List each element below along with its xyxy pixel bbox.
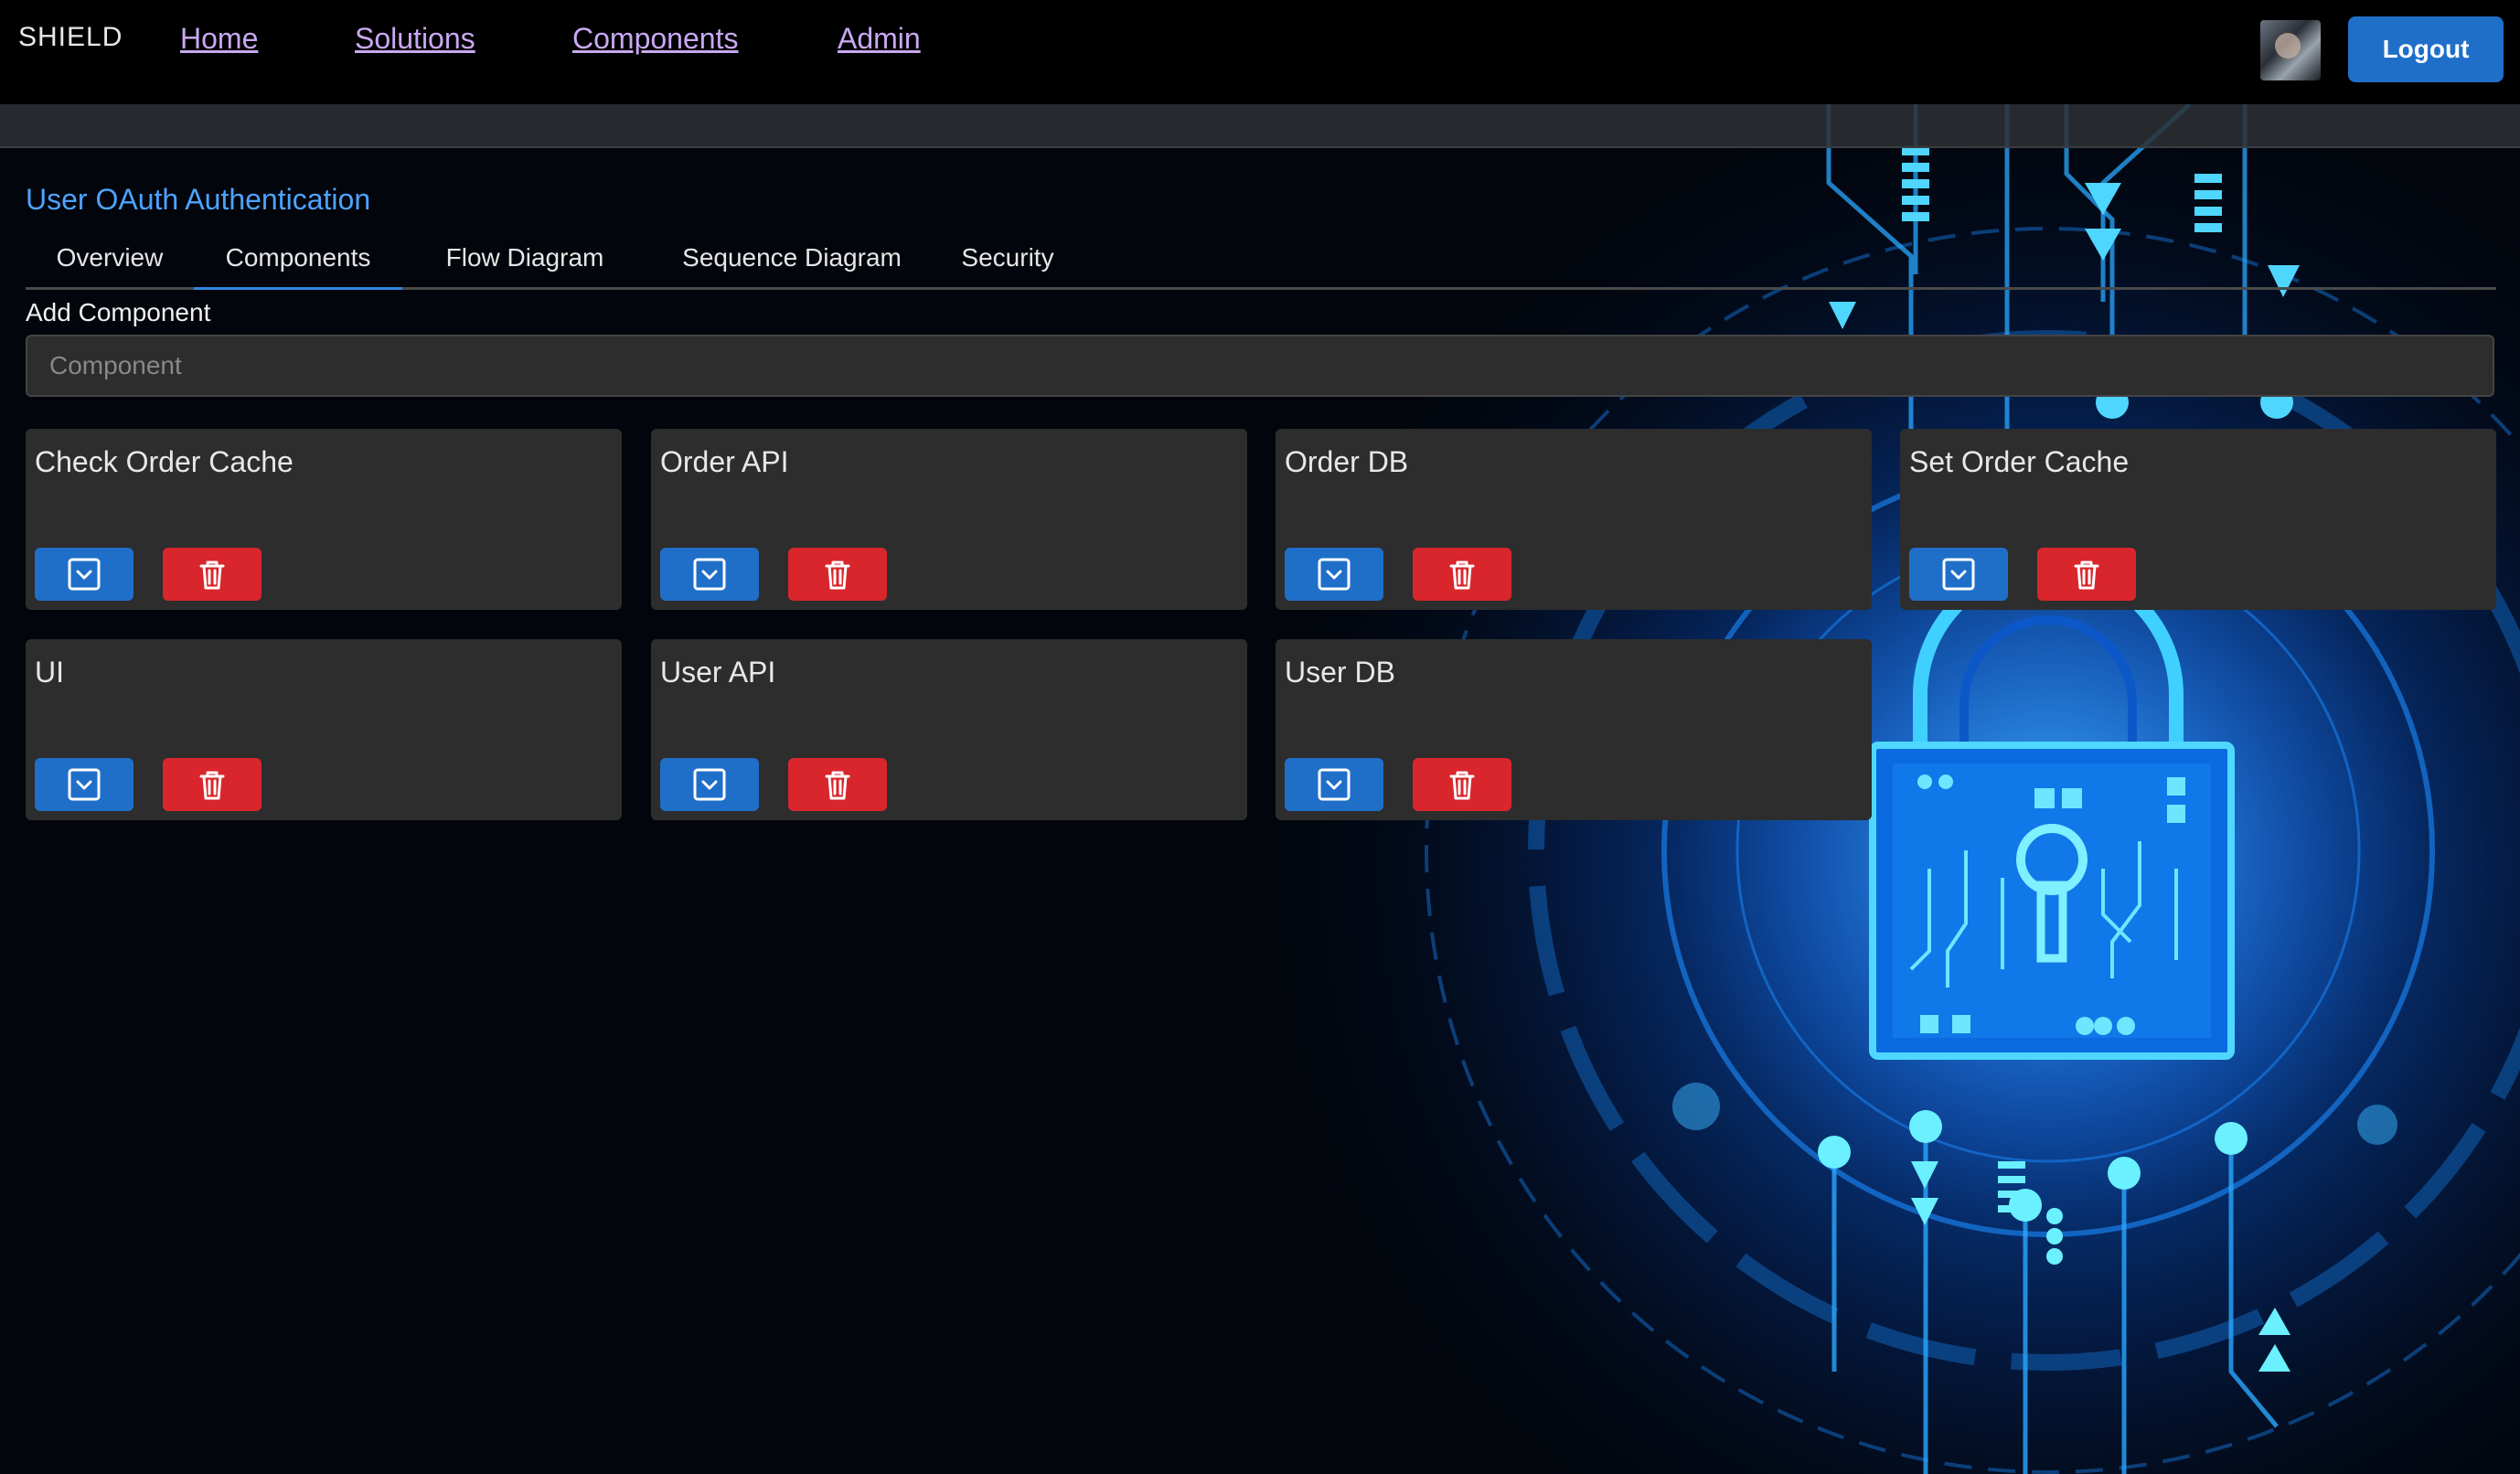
chevron-down-square-icon [1316, 766, 1352, 803]
component-name: Set Order Cache [1909, 445, 2130, 478]
component-card: User DB [1276, 639, 1872, 820]
component-name: Order API [660, 445, 789, 478]
component-card: Check Order Cache [26, 429, 622, 610]
expand-button[interactable] [35, 548, 133, 601]
component-name: User API [660, 656, 776, 689]
delete-button[interactable] [2037, 548, 2136, 601]
trash-icon [2068, 556, 2105, 593]
tab-components[interactable]: Components [194, 229, 402, 290]
delete-button[interactable] [788, 758, 887, 811]
trash-icon [1444, 556, 1480, 593]
sub-toolbar [0, 104, 2520, 148]
page-title: User OAuth Authentication [26, 183, 371, 216]
expand-button[interactable] [1285, 758, 1383, 811]
component-name: User DB [1285, 656, 1395, 689]
tab-overview[interactable]: Overview [26, 229, 194, 287]
chevron-down-square-icon [691, 766, 728, 803]
expand-button[interactable] [35, 758, 133, 811]
user-avatar[interactable] [2260, 20, 2321, 80]
top-navbar: SHIELD Home Solutions Components Admin L… [0, 0, 2520, 104]
delete-button[interactable] [1413, 548, 1511, 601]
component-card: Order API [651, 429, 1247, 610]
tab-security[interactable]: Security [936, 229, 1079, 287]
delete-button[interactable] [788, 548, 887, 601]
add-component-label: Add Component [26, 298, 211, 326]
trash-icon [1444, 766, 1480, 803]
delete-button[interactable] [163, 758, 262, 811]
component-card: Order DB [1276, 429, 1872, 610]
trash-icon [819, 556, 856, 593]
component-name: UI [35, 656, 64, 689]
component-name: Order DB [1285, 445, 1409, 478]
expand-button[interactable] [1909, 548, 2008, 601]
tab-flow-diagram[interactable]: Flow Diagram [402, 229, 647, 287]
tab-bar: Overview Components Flow Diagram Sequenc… [26, 229, 2496, 290]
chevron-down-square-icon [691, 556, 728, 593]
component-card: Set Order Cache [1900, 429, 2496, 610]
trash-icon [194, 556, 230, 593]
delete-button[interactable] [163, 548, 262, 601]
expand-button[interactable] [660, 548, 759, 601]
tab-sequence-diagram[interactable]: Sequence Diagram [647, 229, 936, 287]
nav-link-admin[interactable]: Admin [838, 22, 921, 56]
chevron-down-square-icon [66, 766, 102, 803]
chevron-down-square-icon [1316, 556, 1352, 593]
nav-link-solutions[interactable]: Solutions [355, 22, 475, 56]
add-component-input[interactable] [26, 335, 2494, 397]
expand-button[interactable] [1285, 548, 1383, 601]
trash-icon [194, 766, 230, 803]
expand-button[interactable] [660, 758, 759, 811]
brand-logo-text: SHIELD [18, 22, 123, 52]
component-card: User API [651, 639, 1247, 820]
logout-button[interactable]: Logout [2348, 16, 2504, 82]
component-name: Check Order Cache [35, 445, 294, 478]
nav-link-home[interactable]: Home [180, 22, 258, 56]
chevron-down-square-icon [66, 556, 102, 593]
chevron-down-square-icon [1940, 556, 1977, 593]
nav-link-components[interactable]: Components [572, 22, 738, 56]
trash-icon [819, 766, 856, 803]
component-card: UI [26, 639, 622, 820]
delete-button[interactable] [1413, 758, 1511, 811]
